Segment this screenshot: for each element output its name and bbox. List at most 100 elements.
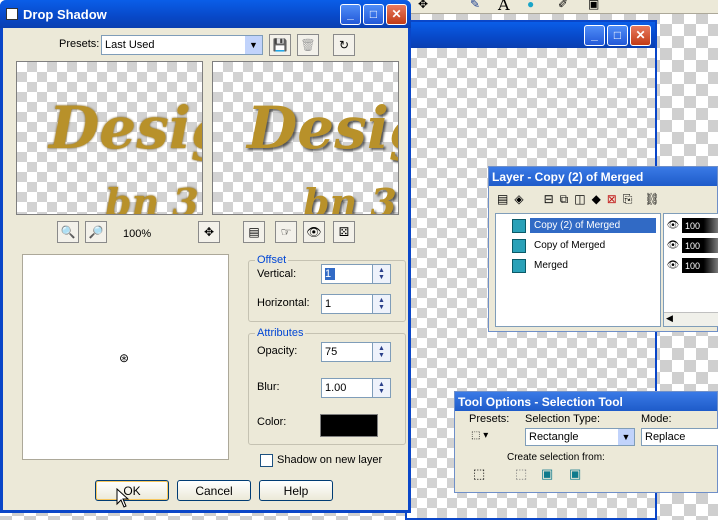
blur-spinner[interactable]: ▲ ▼ [372, 379, 390, 397]
preview-text: bn 3 [303, 180, 397, 215]
tool-presets-label: Presets: [469, 413, 510, 425]
horizontal-spinner[interactable]: ▲ ▼ [372, 295, 390, 313]
layer-icon [512, 238, 526, 253]
vertical-spinner[interactable]: ▲ ▼ [372, 265, 390, 283]
after-preview[interactable]: Desig bn 3 [212, 61, 399, 215]
reset-icon[interactable]: ↻ [333, 34, 355, 56]
layer-name: Copy (2) of Merged [530, 218, 656, 233]
fill-tool-icon[interactable]: ● [527, 0, 534, 11]
visibility-eye-icon[interactable]: 👁 [664, 220, 682, 231]
layer-opacity[interactable]: 100 [682, 218, 718, 233]
randomize-icon[interactable]: ⚄ [333, 221, 355, 243]
selection-type-select[interactable]: Rectangle ▼ [525, 428, 635, 446]
close-icon[interactable]: ✕ [386, 3, 407, 25]
from-layer-icon[interactable]: ⬚ [515, 466, 527, 482]
deform-tool-icon[interactable]: ✥ [418, 0, 428, 11]
horizontal-label: Horizontal: [257, 297, 310, 309]
selection-type-label: Selection Type: [525, 413, 601, 425]
link-icon[interactable]: ⛓ [644, 192, 659, 206]
opacity-field[interactable]: 75 ▲ ▼ [321, 342, 391, 362]
chevron-down-icon[interactable]: ▼ [618, 429, 634, 445]
duplicate-layer-icon[interactable]: ⧉ [560, 192, 569, 207]
shadow-on-new-layer-checkbox[interactable] [260, 454, 273, 467]
dialog-titlebar: Drop Shadow _ □ ✕ [0, 0, 411, 28]
tool-options-title: Tool Options - Selection Tool [455, 392, 717, 411]
split-preview-icon[interactable]: ▤ [243, 221, 265, 243]
zoom-in-icon[interactable]: 🔎 [85, 221, 107, 243]
blur-field[interactable]: 1.00 ▲ ▼ [321, 378, 391, 398]
create-selection-label: Create selection from: [507, 452, 605, 463]
zoom-out-icon[interactable]: 🔍 [57, 221, 79, 243]
maximize-icon[interactable]: □ [363, 3, 384, 25]
direction-handle-icon[interactable]: ⊛ [119, 351, 129, 365]
proof-icon[interactable]: ☞ [275, 221, 297, 243]
before-preview[interactable]: Desig bn 3 [16, 61, 203, 215]
layer-list: Copy (2) of Merged Copy of Merged Merged [495, 213, 661, 327]
from-opaque-icon[interactable]: ▣ [541, 466, 553, 482]
layer-icon [512, 258, 526, 273]
new-raster-layer-icon[interactable]: ▤ [497, 192, 508, 206]
vertical-field[interactable]: 1 ▲ ▼ [321, 264, 391, 284]
shadow-direction-preview[interactable]: ⊛ [22, 254, 229, 460]
offset-group-label: Offset [255, 254, 289, 266]
new-group-icon[interactable]: ⊟ [544, 192, 554, 206]
mode-select[interactable]: Replace [641, 428, 718, 446]
brush-tool-icon[interactable]: ✐ [558, 0, 568, 11]
opacity-spinner[interactable]: ▲ ▼ [372, 343, 390, 361]
close-icon[interactable]: ✕ [630, 24, 651, 46]
layer-icon [512, 218, 526, 233]
tool-options-palette: Tool Options - Selection Tool Presets: ⬚… [454, 391, 718, 493]
auto-proof-icon[interactable]: 👁 [303, 221, 325, 243]
presets-select[interactable]: Last Used ▼ [101, 35, 263, 55]
horizontal-field[interactable]: 1 ▲ ▼ [321, 294, 391, 314]
save-preset-icon[interactable]: 💾 [269, 34, 291, 56]
layer-toolbar: ▤ ◈ ⊟ ⧉ ◫ ◆ ⊠ ⎘ ⛓ [489, 186, 717, 212]
horizontal-scrollbar[interactable]: ◀ [664, 312, 718, 326]
properties-icon[interactable]: ⎘ [623, 192, 633, 207]
layer-name: Copy of Merged [534, 240, 606, 251]
layer-row[interactable]: Merged [512, 256, 656, 275]
cancel-button[interactable]: Cancel [177, 480, 251, 501]
layer-palette: Layer - Copy (2) of Merged ▤ ◈ ⊟ ⧉ ◫ ◆ ⊠… [488, 166, 718, 332]
new-vector-layer-icon[interactable]: ◈ [514, 192, 523, 206]
drop-shadow-dialog: Drop Shadow _ □ ✕ Presets: Last Used ▼ 💾… [0, 0, 411, 513]
layer-row[interactable]: Copy of Merged [512, 236, 656, 255]
preview-text: Desig [247, 94, 398, 162]
select-all-icon[interactable]: ⬚ [473, 466, 485, 482]
shadow-on-new-layer-label[interactable]: Shadow on new layer [277, 454, 382, 466]
preview-text: Desig [49, 94, 202, 162]
visibility-eye-icon[interactable]: 👁 [664, 260, 682, 271]
layer-opacity[interactable]: 100 [682, 238, 718, 253]
opacity-label: Opacity: [257, 345, 298, 357]
chevron-down-icon[interactable]: ▼ [245, 36, 262, 54]
pen-tool-icon[interactable]: ✎ [470, 0, 480, 11]
adjust-layer-icon[interactable]: ◆ [592, 192, 601, 206]
delete-layer-icon[interactable]: ⊠ [607, 192, 617, 206]
image-window-titlebar: _ □ ✕ [407, 22, 655, 48]
top-toolbar: ✥ ✎ A ● ✐ ▣ [410, 0, 718, 14]
mouse-cursor-icon [116, 488, 130, 508]
minimize-icon[interactable]: _ [584, 24, 605, 46]
dialog-title: Drop Shadow [23, 6, 107, 22]
visibility-eye-icon[interactable]: 👁 [664, 240, 682, 251]
ok-button[interactable]: OK [95, 480, 169, 501]
layer-properties-column: 👁 100 👁 100 👁 100 ◀ [663, 213, 718, 327]
from-image-icon[interactable]: ▣ [569, 466, 581, 482]
blur-label: Blur: [257, 381, 280, 393]
minimize-icon[interactable]: _ [340, 3, 361, 25]
preview-text: bn 3 [105, 180, 199, 215]
zoom-level: 100% [123, 228, 152, 240]
layer-opacity[interactable]: 100 [682, 258, 718, 273]
pan-icon[interactable]: ✥ [198, 221, 220, 243]
text-tool-icon[interactable]: A [498, 0, 510, 14]
tool-presets-dropdown[interactable]: ⬚ ▾ [471, 430, 501, 446]
delete-preset-icon[interactable]: 🗑 [297, 34, 319, 56]
mask-icon[interactable]: ◫ [574, 192, 585, 206]
maximize-icon[interactable]: □ [607, 24, 628, 46]
color-swatch[interactable] [320, 414, 378, 437]
attributes-group-label: Attributes [255, 327, 306, 339]
help-button[interactable]: Help [259, 480, 333, 501]
color-label: Color: [257, 416, 287, 428]
layer-row[interactable]: Copy (2) of Merged [512, 216, 656, 235]
picture-tool-icon[interactable]: ▣ [588, 0, 599, 11]
